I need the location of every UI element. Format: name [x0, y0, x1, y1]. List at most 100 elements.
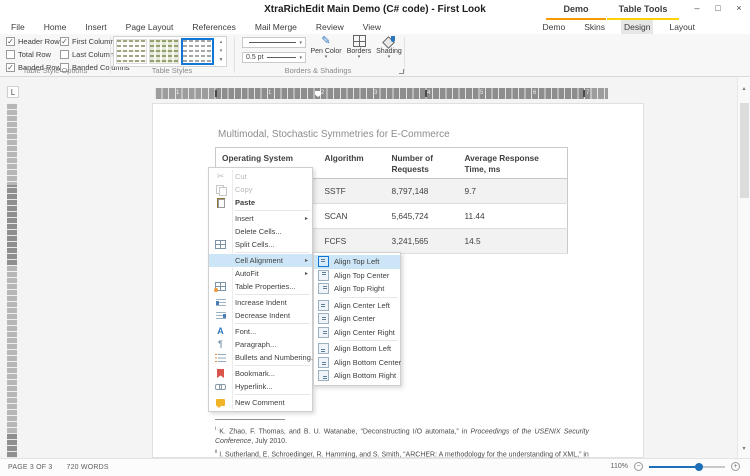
table-header-cell[interactable]: Algorithm: [319, 148, 386, 179]
menu-item-font[interactable]: A Font...: [209, 325, 312, 338]
menu-item-decrease-indent[interactable]: Decrease Indent: [209, 309, 312, 322]
zoom-out-button[interactable]: −: [634, 462, 643, 471]
vertical-ruler[interactable]: [7, 103, 17, 458]
pen-color-button[interactable]: ✎ Pen Color ▾: [311, 35, 341, 68]
vertical-scrollbar[interactable]: ▴ ▾: [737, 77, 750, 458]
line-style-dropdown[interactable]: ▾: [242, 37, 306, 48]
footnote-2[interactable]: ii I. Sutherland, E. Schroedinger, R. Ha…: [215, 447, 589, 458]
zoom-slider-thumb[interactable]: [695, 463, 703, 471]
gallery-up-icon[interactable]: ▴: [217, 39, 225, 46]
table-style-preview-3-selected[interactable]: [181, 38, 214, 65]
table-cell[interactable]: SSTF: [319, 179, 386, 204]
table-cell[interactable]: 11.44: [459, 204, 568, 229]
zoom-in-button[interactable]: +: [731, 462, 740, 471]
tab-design[interactable]: Design: [621, 20, 653, 34]
scroll-up-icon[interactable]: ▴: [738, 85, 750, 92]
table-cell[interactable]: 5,645,724: [386, 204, 459, 229]
table-cell[interactable]: 9.7: [459, 179, 568, 204]
tab-view[interactable]: View: [360, 20, 384, 34]
tab-layout[interactable]: Layout: [666, 20, 698, 34]
menu-separator: [314, 339, 400, 342]
close-button[interactable]: ×: [734, 3, 744, 13]
menu-item-split-cells[interactable]: Split Cells...: [209, 238, 312, 251]
menu-item-insert[interactable]: Insert ▸: [209, 212, 312, 225]
scrollbar-thumb[interactable]: [740, 103, 749, 198]
checkbox-last-column[interactable]: Last Column: [60, 50, 114, 59]
table-properties-icon: [215, 282, 226, 291]
menu-item-label: Cell Alignment: [235, 256, 283, 265]
tab-references[interactable]: References: [189, 20, 238, 34]
submenu-item-align-center[interactable]: Align Center: [314, 312, 400, 326]
menu-item-paragraph[interactable]: ¶ Paragraph...: [209, 338, 312, 351]
table-header-cell[interactable]: Average Response Time, ms: [459, 148, 568, 179]
tab-home[interactable]: Home: [41, 20, 70, 34]
submenu-item-label: Align Center: [334, 314, 375, 323]
menu-item-cell-alignment[interactable]: Cell Alignment ▸: [209, 254, 312, 267]
menu-item-bookmark[interactable]: Bookmark...: [209, 367, 312, 380]
table-style-preview-2[interactable]: [149, 39, 180, 64]
table-header-cell[interactable]: Number of Requests: [386, 148, 459, 179]
tab-skins[interactable]: Skins: [581, 20, 608, 34]
margin-marker[interactable]: [215, 90, 217, 97]
menu-item-increase-indent[interactable]: Increase Indent: [209, 296, 312, 309]
align-top-right-icon: [318, 283, 329, 294]
tab-insert[interactable]: Insert: [82, 20, 109, 34]
zoom-slider[interactable]: [649, 466, 725, 468]
checkbox-label: First Column: [72, 37, 115, 46]
app-window: XtraRichEdit Main Demo (C# code) - First…: [0, 0, 750, 476]
checkbox-total-row[interactable]: Total Row: [6, 50, 51, 59]
submenu-item-align-bottom-left[interactable]: Align Bottom Left: [314, 342, 400, 356]
submenu-item-align-center-right[interactable]: Align Center Right: [314, 326, 400, 340]
gallery-more-icon[interactable]: ▼: [217, 57, 225, 64]
menu-item-table-properties[interactable]: Table Properties...: [209, 280, 312, 293]
table-cell[interactable]: SCAN: [319, 204, 386, 229]
menu-item-delete-cells[interactable]: Delete Cells...: [209, 225, 312, 238]
checkbox-first-column[interactable]: ✓ First Column: [60, 37, 115, 46]
submenu-item-align-bottom-center[interactable]: Align Bottom Center: [314, 356, 400, 370]
submenu-item-align-center-left[interactable]: Align Center Left: [314, 299, 400, 313]
tab-marker[interactable]: [425, 90, 427, 97]
maximize-button[interactable]: □: [713, 3, 723, 13]
menu-item-copy: Copy: [209, 183, 312, 196]
menu-item-hyperlink[interactable]: Hyperlink...: [209, 380, 312, 393]
submenu-item-align-top-center[interactable]: Align Top Center: [314, 269, 400, 283]
tab-mail-merge[interactable]: Mail Merge: [252, 20, 300, 34]
align-bottom-right-icon: [318, 370, 329, 381]
menu-item-bullets-numbering[interactable]: Bullets and Numbering...: [209, 351, 312, 364]
menu-item-new-comment[interactable]: New Comment: [209, 396, 312, 409]
table-cell[interactable]: 3,241,565: [386, 229, 459, 254]
tab-file[interactable]: File: [8, 20, 28, 34]
group-label-table-style-options: Table Style Options: [2, 66, 108, 75]
tab-marker[interactable]: [583, 90, 585, 97]
indent-marker[interactable]: [315, 91, 321, 97]
horizontal-ruler[interactable]: 1 1 2 3 4 5 6 7: [155, 88, 608, 99]
table-cell[interactable]: FCFS: [319, 229, 386, 254]
gallery-down-icon[interactable]: ▾: [217, 48, 225, 55]
borders-button[interactable]: Borders ▾: [344, 35, 374, 68]
submenu-item-align-top-right[interactable]: Align Top Right: [314, 282, 400, 296]
table-style-preview-1[interactable]: [116, 39, 147, 64]
footnote-text: K. Zhao, F. Thomas, and B. U. Watanabe, …: [219, 428, 470, 435]
minimize-button[interactable]: –: [692, 3, 702, 13]
footnote-1[interactable]: i K. Zhao, F. Thomas, and B. U. Watanabe…: [215, 424, 589, 447]
tab-review[interactable]: Review: [313, 20, 347, 34]
tab-demo[interactable]: Demo: [540, 20, 569, 34]
tab-page-layout[interactable]: Page Layout: [123, 20, 177, 34]
checkbox-header-row[interactable]: ✓ Header Row: [6, 37, 60, 46]
table-cell[interactable]: 8,797,148: [386, 179, 459, 204]
group-separator: [110, 37, 111, 73]
submenu-item-align-bottom-right[interactable]: Align Bottom Right: [314, 369, 400, 383]
document-heading[interactable]: Multimodal, Stochastic Symmetries for E-…: [218, 129, 450, 140]
table-cell[interactable]: 14.5: [459, 229, 568, 254]
menu-item-label: AutoFit: [235, 269, 259, 278]
menu-item-paste[interactable]: Paste: [209, 196, 312, 209]
shading-button[interactable]: Shading ▾: [374, 35, 404, 68]
tab-stop-selector[interactable]: L: [7, 86, 19, 98]
submenu-item-align-top-left[interactable]: Align Top Left: [314, 255, 400, 269]
scroll-down-icon[interactable]: ▾: [738, 445, 750, 452]
line-weight-dropdown[interactable]: 0.5 pt ▾: [242, 52, 306, 63]
menu-item-label: Paragraph...: [235, 340, 276, 349]
menu-item-label: Increase Indent: [235, 298, 287, 307]
menu-item-autofit[interactable]: AutoFit ▸: [209, 267, 312, 280]
line-style-preview: [249, 42, 296, 43]
